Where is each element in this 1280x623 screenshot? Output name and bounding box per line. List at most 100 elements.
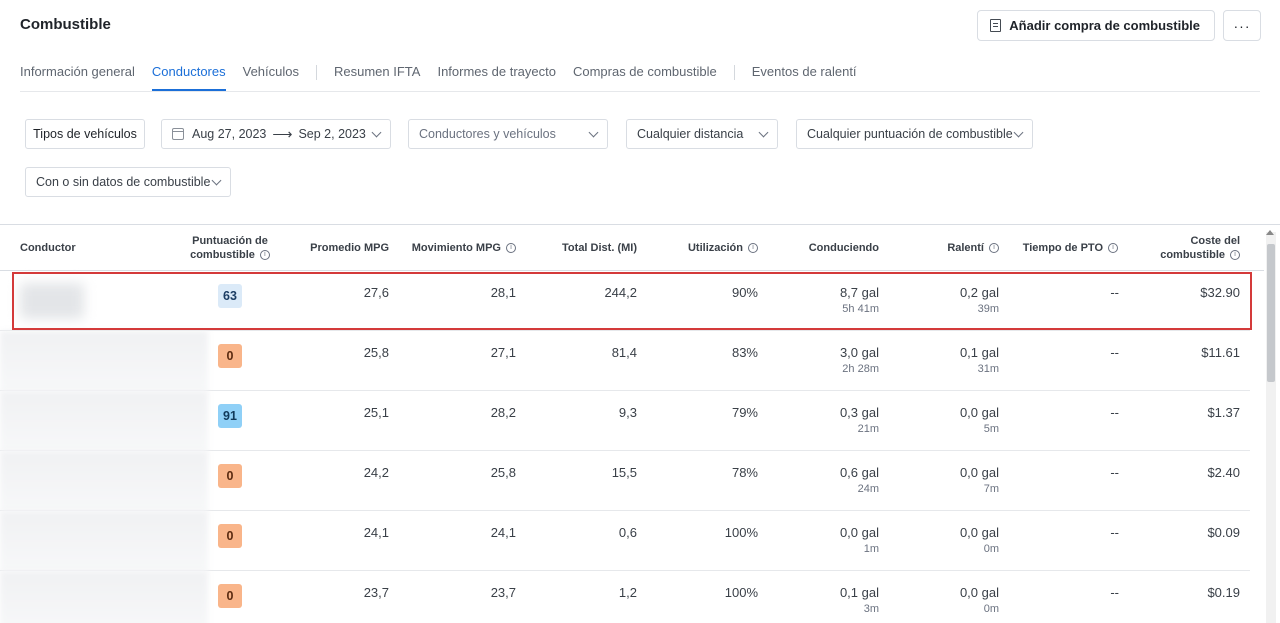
cell-utilization: 79% <box>731 405 758 420</box>
cell-driving-time: 2h 28m <box>842 363 879 375</box>
cell-total-dist: 9,3 <box>618 405 637 420</box>
cell-idle-time: 31m <box>977 363 999 375</box>
cell-utilization: 78% <box>731 465 758 480</box>
info-icon: i <box>989 243 999 253</box>
cell-utilization: 100% <box>724 525 758 540</box>
cell-moving-mpg: 25,8 <box>490 465 516 480</box>
distance-label: Cualquier distancia <box>637 127 744 141</box>
cell-driving-gal: 3,0 gal 2h 28m <box>839 345 879 375</box>
cell-moving-mpg: 28,2 <box>490 405 516 420</box>
vehicle-types-filter[interactable]: Tipos de vehículos <box>25 119 145 149</box>
cell-pto: -- <box>1110 405 1119 420</box>
info-icon: i <box>1230 250 1240 261</box>
cell-cost: $0.19 <box>1207 585 1240 600</box>
table-row[interactable]: 0 25,8 27,1 81,4 83% 3,0 gal 2h 28m 0,1 gal 31m -… <box>0 331 1250 391</box>
top-actions: Añadir compra de combustible ··· <box>977 10 1261 41</box>
cell-driving-time: 21m <box>857 423 879 435</box>
col-idle[interactable]: Ralentí i <box>900 225 999 271</box>
add-fuel-purchase-button[interactable]: Añadir compra de combustible <box>977 10 1215 41</box>
tab-drivers[interactable]: Conductores <box>151 62 226 91</box>
tab-divider <box>733 65 735 80</box>
cell-avg-mpg: 27,6 <box>363 285 389 300</box>
info-icon: i <box>259 250 270 261</box>
col-avg-mpg[interactable]: Promedio MPG <box>290 225 389 271</box>
col-driver[interactable]: Conductor <box>20 225 76 271</box>
page-title: Combustible <box>20 16 111 33</box>
cell-cost: $32.90 <box>1200 285 1240 300</box>
fuel-score-filter[interactable]: Cualquier puntuación de combustible <box>796 119 1033 149</box>
table-row[interactable]: 0 24,2 25,8 15,5 78% 0,6 gal 24m 0,0 gal 7m -- $2.… <box>0 451 1250 511</box>
col-fuel-score[interactable]: Puntuación de combustible i <box>180 225 280 271</box>
table-row[interactable]: 91 25,1 28,2 9,3 79% 0,3 gal 21m 0,0 gal 5m -- $1.… <box>0 391 1250 451</box>
driver-name-redacted[interactable] <box>0 391 208 451</box>
col-total-dist[interactable]: Total Dist. (MI) <box>530 225 637 271</box>
cell-pto: -- <box>1110 345 1119 360</box>
calendar-icon <box>172 128 184 140</box>
cell-driving-time: 1m <box>863 543 879 555</box>
driver-name-redacted[interactable] <box>20 283 84 319</box>
cell-idle-time: 0m <box>983 603 999 615</box>
cell-idle-time: 5m <box>983 423 999 435</box>
distance-filter[interactable]: Cualquier distancia <box>626 119 778 149</box>
driver-name-redacted[interactable] <box>0 571 208 623</box>
cell-idle-time: 39m <box>977 303 999 315</box>
chevron-down-icon <box>588 127 599 138</box>
add-fuel-purchase-label: Añadir compra de combustible <box>1009 18 1200 33</box>
cell-idle-gal: 0,0 gal 7m <box>959 465 999 495</box>
col-pto-time[interactable]: Tiempo de PTO i <box>1010 225 1118 271</box>
driver-name-redacted[interactable] <box>0 331 208 391</box>
cell-idle-gal: 0,2 gal 39m <box>959 285 999 315</box>
table-row[interactable]: 0 24,1 24,1 0,6 100% 0,0 gal 1m 0,0 gal 0m -- $0.0… <box>0 511 1250 571</box>
fuel-score-badge: 63 <box>218 284 242 308</box>
table-row[interactable]: 0 23,7 23,7 1,2 100% 0,1 gal 3m 0,0 gal 0m -- $0.1… <box>0 571 1250 623</box>
cell-moving-mpg: 24,1 <box>490 525 516 540</box>
tab-ifta-summary[interactable]: Resumen IFTA <box>334 62 420 89</box>
col-driving[interactable]: Conduciendo <box>780 225 879 271</box>
cell-idle-gal: 0,1 gal 31m <box>959 345 999 375</box>
cell-pto: -- <box>1110 585 1119 600</box>
tab-idle-events[interactable]: Eventos de ralentí <box>752 62 857 89</box>
tab-general-info[interactable]: Información general <box>20 62 135 89</box>
cell-avg-mpg: 23,7 <box>363 585 389 600</box>
tab-vehicles[interactable]: Vehículos <box>243 62 299 89</box>
fuel-data-filter[interactable]: Con o sin datos de combustible <box>25 167 231 197</box>
chevron-down-icon <box>1013 127 1024 138</box>
cell-moving-mpg: 27,1 <box>490 345 516 360</box>
arrow-right-icon: ⟶ <box>272 125 293 142</box>
cell-utilization: 100% <box>724 585 758 600</box>
cell-driving-time: 3m <box>863 603 879 615</box>
date-range-picker[interactable]: Aug 27, 2023 ⟶ Sep 2, 2023 <box>161 119 391 149</box>
date-start: Aug 27, 2023 <box>192 127 267 141</box>
info-icon: i <box>1108 243 1118 253</box>
cell-driving-time: 24m <box>857 483 879 495</box>
cell-pto: -- <box>1110 465 1119 480</box>
tab-divider <box>316 65 317 80</box>
col-fuel-cost[interactable]: Coste del combustible i <box>1140 225 1240 271</box>
driver-name-redacted[interactable] <box>0 451 208 511</box>
cell-idle-gal: 0,0 gal 0m <box>959 525 999 555</box>
cell-moving-mpg: 28,1 <box>490 285 516 300</box>
col-moving-mpg[interactable]: Movimiento MPG i <box>400 225 516 271</box>
cell-utilization: 83% <box>731 345 758 360</box>
tab-bar: Información general Conductores Vehículo… <box>20 62 1260 92</box>
table-row[interactable]: 63 27,6 28,1 244,2 90% 8,7 gal 5h 41m 0,2 gal 39… <box>0 271 1250 331</box>
drivers-vehicles-filter[interactable]: Conductores y vehículos <box>408 119 608 149</box>
cell-driving-gal: 0,6 gal 24m <box>839 465 879 495</box>
cell-moving-mpg: 23,7 <box>490 585 516 600</box>
scrollbar-thumb[interactable] <box>1267 244 1275 382</box>
cell-total-dist: 244,2 <box>604 285 637 300</box>
scroll-up-arrow-icon[interactable] <box>1266 230 1274 235</box>
cell-idle-time: 7m <box>983 483 999 495</box>
col-utilization[interactable]: Utilización i <box>650 225 758 271</box>
tab-trip-reports[interactable]: Informes de trayecto <box>437 62 556 89</box>
cell-driving-gal: 0,0 gal 1m <box>839 525 879 555</box>
driver-name-redacted[interactable] <box>0 511 208 571</box>
date-end: Sep 2, 2023 <box>298 127 366 141</box>
cell-idle-gal: 0,0 gal 5m <box>959 405 999 435</box>
cell-pto: -- <box>1110 285 1119 300</box>
tab-fuel-purchases[interactable]: Compras de combustible <box>573 62 717 89</box>
fuel-score-badge: 0 <box>218 584 242 608</box>
more-options-button[interactable]: ··· <box>1223 10 1261 41</box>
info-icon: i <box>506 243 516 253</box>
chevron-down-icon <box>371 127 382 138</box>
